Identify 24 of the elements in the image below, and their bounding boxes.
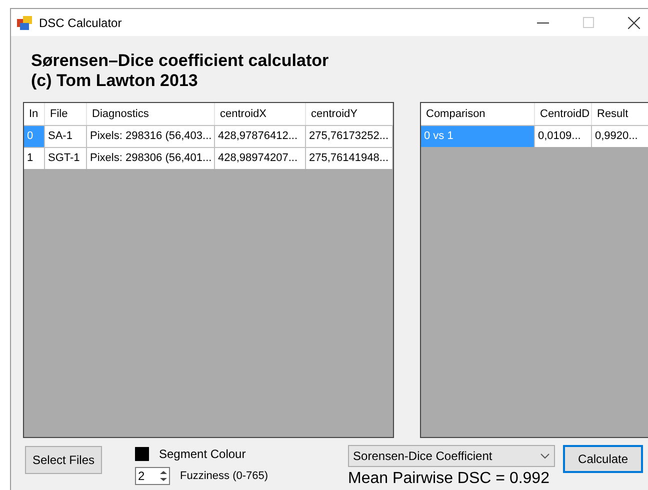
close-icon[interactable]: [628, 16, 640, 28]
table-cell: 275,76141948...: [306, 148, 393, 169]
calculate-button[interactable]: Calculate: [563, 445, 644, 473]
select-files-button[interactable]: Select Files: [25, 446, 102, 474]
table-cell: 428,98974207...: [215, 148, 306, 169]
table-cell: 0,9920...: [592, 126, 648, 147]
table-cell: Pixels: 298306 (56,401...: [87, 148, 215, 169]
app-icon: [17, 16, 33, 30]
window-title: DSC Calculator: [39, 14, 122, 32]
fuzziness-spinner[interactable]: 2: [135, 467, 170, 485]
method-dropdown[interactable]: Sorensen-Dice Coefficient: [348, 445, 556, 467]
segment-colour-label: Segment Colour: [159, 446, 246, 463]
chevron-down-icon: [540, 453, 550, 459]
table-cell: SGT-1: [45, 148, 87, 169]
mean-dsc-result: Mean Pairwise DSC = 0.992: [348, 469, 550, 488]
table-cell: 1: [24, 148, 45, 169]
table-cell: 0,0109...: [535, 126, 592, 147]
colour-swatch[interactable]: [135, 447, 149, 461]
heading-text: (c) Tom Lawton 2013: [31, 71, 199, 91]
heading-text: Sørensen–Dice coefficient calculator: [31, 51, 330, 71]
fuzziness-label: Fuzziness (0-765): [180, 468, 268, 484]
spin-arrows-icon[interactable]: [159, 469, 168, 483]
table-cell: 0: [24, 126, 45, 147]
table-cell: 0 vs 1: [421, 126, 535, 147]
